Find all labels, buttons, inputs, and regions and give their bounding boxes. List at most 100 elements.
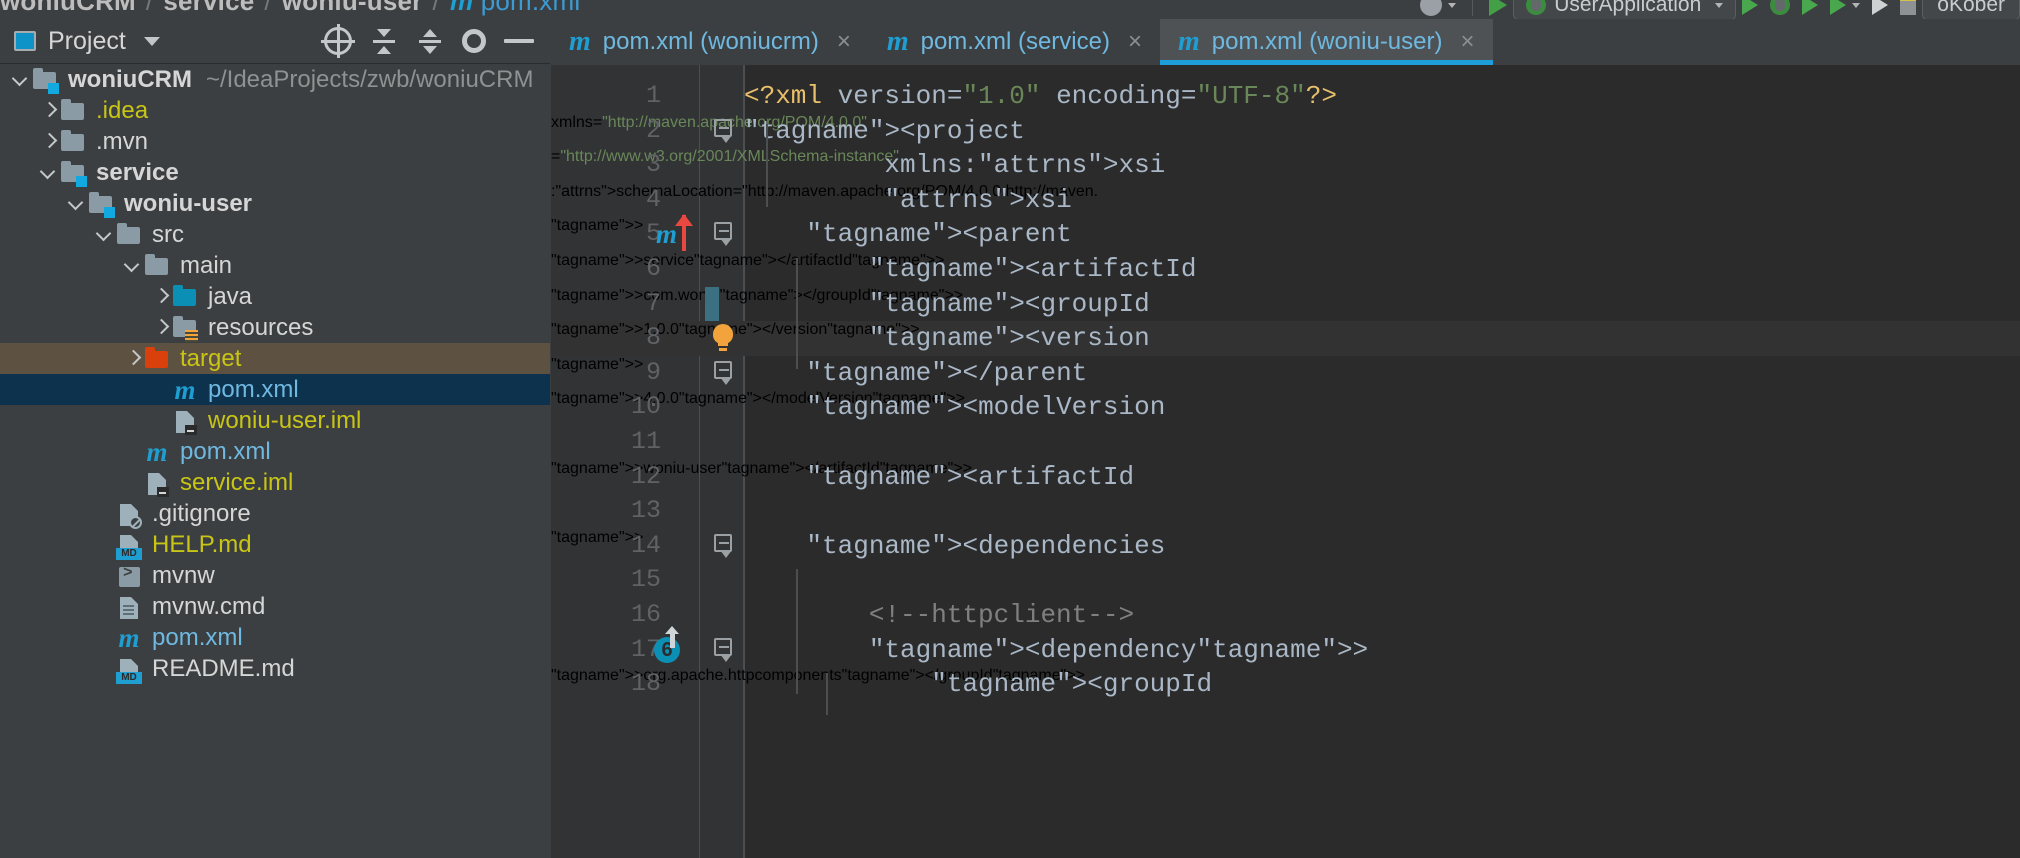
code-line[interactable]: 7 "tagname"><groupId "tagname">>com.woniu… <box>551 286 2020 322</box>
close-icon[interactable]: × <box>837 28 851 56</box>
code-editor[interactable]: 1 <?xml version="1.0" encoding="UTF-8"?> 2… <box>551 65 2020 858</box>
code-line[interactable]: 16 <!--httpclient--> <box>551 598 2020 633</box>
rerun-button[interactable] <box>1866 0 1894 19</box>
editor-tab-label: pom.xml (woniu-user) <box>1211 28 1443 55</box>
run-configuration-selector[interactable]: UserApplication <box>1513 0 1737 19</box>
breadcrumb-item-2[interactable]: woniu-user <box>282 0 423 16</box>
chevron-down-icon[interactable] <box>38 162 60 184</box>
tree-item-pom-xml[interactable]: m pom.xml <box>0 436 550 467</box>
line-number: 9 <box>645 357 661 387</box>
stop-button[interactable] <box>1894 0 1922 19</box>
code-line[interactable]: 4 "attrns">xsi:"attrns">schemaLocation="… <box>551 183 2020 218</box>
fold-handle-icon[interactable] <box>711 360 735 386</box>
breadcrumb-file[interactable]: pom.xml <box>481 0 581 16</box>
code-line[interactable]: 12 "tagname"><artifactId "tagname">>woniu… <box>551 460 2020 495</box>
code-line[interactable]: 10 "tagname"><modelVersion "tagname">>4.0… <box>551 390 2020 425</box>
chevron-right-icon[interactable] <box>150 286 172 308</box>
expand-icon[interactable] <box>416 27 444 55</box>
usages-6-icon[interactable]: 6 <box>654 625 680 663</box>
tree-item-resources[interactable]: resources <box>0 312 550 343</box>
tree-item-pom-xml[interactable]: m pom.xml <box>0 374 550 405</box>
close-icon[interactable]: × <box>1460 28 1474 56</box>
code-line[interactable]: 3 xmlns:"attrns">xsi ="http://www.w3.org/… <box>551 148 2020 183</box>
collapse-all-icon[interactable] <box>370 27 398 55</box>
breadcrumb-separator: / <box>264 0 272 16</box>
close-icon[interactable]: × <box>1128 28 1142 56</box>
tool-window-title: Project <box>48 26 126 55</box>
avatar[interactable] <box>1414 0 1462 19</box>
profile-button[interactable] <box>1824 0 1866 19</box>
lightbulb-icon[interactable] <box>711 324 735 352</box>
editor-tab-1[interactable]: m pom.xml (service) × <box>869 19 1160 65</box>
locate-icon[interactable] <box>321 24 355 58</box>
chevron-down-icon[interactable] <box>94 224 116 246</box>
tree-item-label: service.iml <box>180 468 294 496</box>
tree-item--mvn[interactable]: .mvn <box>0 126 550 157</box>
tree-item-target[interactable]: target <box>0 343 550 374</box>
tree-item--gitignore[interactable]: .gitignore <box>0 498 550 529</box>
search-everywhere-field[interactable]: oKober <box>1922 0 2020 19</box>
tree-item-service-iml[interactable]: service.iml <box>0 467 550 498</box>
debug-button[interactable] <box>1764 0 1796 19</box>
tree-item-service[interactable]: service <box>0 157 550 188</box>
fold-handle-icon[interactable] <box>711 118 735 144</box>
chevron-right-icon[interactable] <box>122 348 144 370</box>
tree-item-pom-xml[interactable]: m pom.xml <box>0 622 550 653</box>
fold-handle-icon[interactable] <box>711 221 735 247</box>
run-button[interactable] <box>1736 0 1764 19</box>
chevron-down-icon <box>1715 2 1724 8</box>
tree-item-readme-md[interactable]: MD README.md <box>0 653 550 684</box>
project-path: ~/IdeaProjects/zwb/woniuCRM <box>205 65 534 93</box>
chevron-down-icon[interactable] <box>122 255 144 277</box>
run-with-coverage-button[interactable] <box>1796 0 1824 19</box>
code-line[interactable]: 9 "tagname"></parent "tagname">> <box>551 356 2020 391</box>
fold-handle-icon[interactable] <box>711 533 735 559</box>
code-line[interactable]: 15 <box>551 563 2020 598</box>
code-line[interactable]: 13 <box>551 494 2020 529</box>
tree-item-woniu-user[interactable]: woniu-user <box>0 188 550 219</box>
chevron-right-icon[interactable] <box>38 100 60 122</box>
chevron-down-icon[interactable] <box>10 69 32 91</box>
tree-item-main[interactable]: main <box>0 250 550 281</box>
tree-item-mvnw[interactable]: mvnw <box>0 560 550 591</box>
editor-tab-0[interactable]: m pom.xml (woniucrm) × <box>551 19 869 65</box>
breadcrumb-item-0[interactable]: woniuCRM <box>0 0 136 16</box>
code-line[interactable]: 6 "tagname"><artifactId "tagname">>servic… <box>551 252 2020 287</box>
code-line[interactable]: 17 6 "tagname"><dependency"tagname">> <box>551 625 2020 668</box>
tree-item-src[interactable]: src <box>0 219 550 250</box>
tree-item-mvnw-cmd[interactable]: mvnw.cmd <box>0 591 550 622</box>
tree-item-help-md[interactable]: MD HELP.md <box>0 529 550 560</box>
chevron-right-icon[interactable] <box>38 131 60 153</box>
code-line[interactable]: 1 <?xml version="1.0" encoding="UTF-8"?> <box>551 79 2020 114</box>
hide-icon[interactable] <box>504 39 534 43</box>
code-line[interactable]: 11 <box>551 425 2020 460</box>
fold-handle-icon[interactable] <box>711 637 735 663</box>
code-line[interactable]: 18 "tagname"><groupId "tagname">>org.apac… <box>551 667 2020 702</box>
gear-icon[interactable] <box>462 29 486 53</box>
project-tree[interactable]: woniuCRM ~/IdeaProjects/zwb/woniuCRM .idea… <box>0 64 550 858</box>
chevron-down-icon[interactable] <box>143 36 160 46</box>
editor-tab-bar[interactable]: m pom.xml (woniucrm) × m pom.xml (service) × m… <box>551 19 2020 65</box>
tree-item-woniucrm[interactable]: woniuCRM ~/IdeaProjects/zwb/woniuCRM <box>0 64 550 95</box>
run-icon[interactable] <box>1483 0 1513 19</box>
breadcrumb-separator: / <box>145 0 154 16</box>
tool-window-actions <box>321 24 550 58</box>
code-line[interactable]: 8 "tagname"><version"tagname">>1.0.0"tag… <box>551 321 2020 356</box>
tree-item-woniu-user-iml[interactable]: woniu-user.iml <box>0 405 550 436</box>
chevron-right-icon[interactable] <box>150 317 172 339</box>
editor-tab-2[interactable]: m pom.xml (woniu-user) × <box>1159 19 1493 65</box>
breadcrumb-item-1[interactable]: service <box>163 0 254 16</box>
tree-item-label: resources <box>208 313 314 341</box>
code-line[interactable]: 5m "tagname"><parent "tagname">> <box>551 214 2020 252</box>
chevron-down-icon[interactable] <box>66 193 88 215</box>
code-line[interactable]: 14 "tagname"><dependencies "tagname">> <box>551 529 2020 564</box>
tree-item-java[interactable]: java <box>0 281 550 312</box>
red-up-arrow-icon <box>675 214 693 252</box>
maven-icon: m <box>174 374 196 405</box>
maven-parent-icon[interactable]: m <box>656 219 677 250</box>
breadcrumb[interactable]: woniuCRM / service / woniu-user / m pom.xml <box>0 0 580 17</box>
tree-item--idea[interactable]: .idea <box>0 95 550 126</box>
code-line[interactable]: 2 "tagname"><project xmlns="http://maven.… <box>551 114 2020 149</box>
